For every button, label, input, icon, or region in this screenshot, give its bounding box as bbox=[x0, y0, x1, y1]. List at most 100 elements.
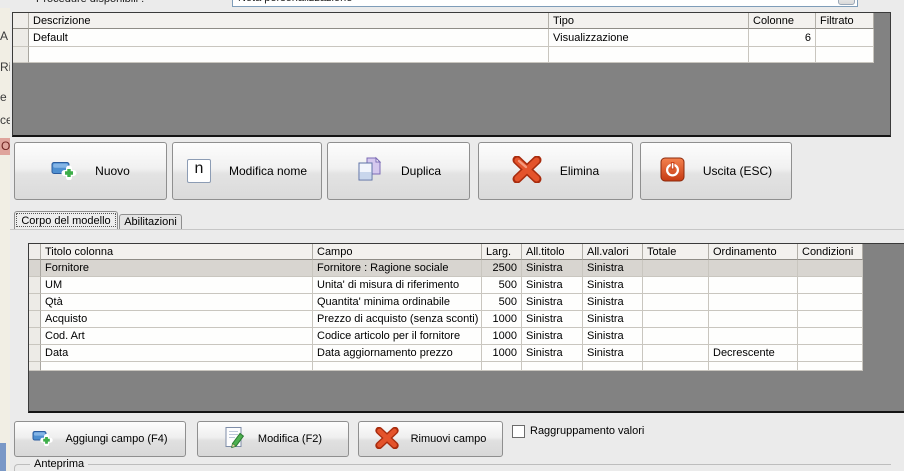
row-selector-cell[interactable] bbox=[29, 328, 41, 345]
table-cell[interactable]: 6 bbox=[749, 29, 816, 47]
uscita-button[interactable]: Uscita (ESC) bbox=[640, 142, 792, 200]
table-cell[interactable] bbox=[709, 311, 798, 328]
table-cell[interactable]: 1000 bbox=[482, 345, 522, 362]
table-cell[interactable]: Prezzo di acquisto (senza sconti) bbox=[313, 311, 482, 328]
column-header-descrizione[interactable]: Descrizione bbox=[29, 13, 549, 29]
row-selector-header[interactable] bbox=[13, 13, 29, 29]
table-cell[interactable] bbox=[643, 362, 709, 371]
table-cell[interactable]: 2500 bbox=[482, 260, 522, 277]
table-cell[interactable] bbox=[643, 294, 709, 311]
table-cell[interactable] bbox=[798, 260, 863, 277]
table-cell[interactable]: Sinistra bbox=[522, 294, 583, 311]
table-cell[interactable] bbox=[798, 345, 863, 362]
column-header-all-titolo[interactable]: All.titolo bbox=[522, 244, 583, 260]
table-cell[interactable] bbox=[816, 47, 874, 63]
table-cell[interactable]: Unita' di misura di riferimento bbox=[313, 277, 482, 294]
table-cell[interactable]: Sinistra bbox=[522, 328, 583, 345]
empty-table-row[interactable] bbox=[13, 47, 890, 63]
table-cell[interactable] bbox=[643, 311, 709, 328]
column-header-larg[interactable]: Larg. bbox=[482, 244, 522, 260]
table-cell[interactable]: Qtà bbox=[41, 294, 313, 311]
table-cell[interactable] bbox=[643, 328, 709, 345]
table-cell[interactable] bbox=[643, 277, 709, 294]
table-cell[interactable] bbox=[816, 29, 874, 47]
table-cell[interactable] bbox=[522, 362, 583, 371]
tab-abilitazioni[interactable]: Abilitazioni bbox=[119, 214, 182, 229]
table-cell[interactable] bbox=[29, 47, 549, 63]
table-cell[interactable] bbox=[709, 328, 798, 345]
table-cell[interactable]: Sinistra bbox=[522, 260, 583, 277]
table-cell[interactable]: 1000 bbox=[482, 328, 522, 345]
table-row[interactable]: Data Data aggiornamento prezzo 1000 Sinistr… bbox=[29, 345, 904, 362]
table-cell[interactable]: Sinistra bbox=[522, 345, 583, 362]
table-cell[interactable]: Fornitore bbox=[41, 260, 313, 277]
table-cell[interactable]: Sinistra bbox=[583, 294, 643, 311]
table-cell[interactable] bbox=[313, 362, 482, 371]
row-selector-cell[interactable] bbox=[29, 345, 41, 362]
table-cell[interactable]: Sinistra bbox=[522, 311, 583, 328]
row-selector-cell[interactable] bbox=[13, 47, 29, 63]
table-cell[interactable]: Data aggiornamento prezzo bbox=[313, 345, 482, 362]
row-selector-cell[interactable] bbox=[29, 362, 41, 371]
table-cell[interactable]: Visualizzazione bbox=[549, 29, 749, 47]
table-cell[interactable] bbox=[798, 311, 863, 328]
procedures-combobox[interactable]: Nota personalizzazione bbox=[232, 0, 858, 7]
table-cell[interactable]: Cod. Art bbox=[41, 328, 313, 345]
column-header-condizioni[interactable]: Condizioni bbox=[798, 244, 863, 260]
table-cell[interactable]: Codice articolo per il fornitore bbox=[313, 328, 482, 345]
table-cell[interactable] bbox=[709, 362, 798, 371]
column-header-campo[interactable]: Campo bbox=[313, 244, 482, 260]
table-cell[interactable] bbox=[643, 345, 709, 362]
duplica-button[interactable]: Duplica bbox=[327, 142, 470, 200]
empty-table-row[interactable] bbox=[29, 362, 904, 371]
rimuovi-campo-button[interactable]: Rimuovi campo bbox=[358, 421, 503, 457]
column-header-titolo-colonna[interactable]: Titolo colonna bbox=[41, 244, 313, 260]
row-selector-cell[interactable] bbox=[29, 311, 41, 328]
column-header-tipo[interactable]: Tipo bbox=[549, 13, 749, 29]
modifica-nome-button[interactable]: n Modifica nome bbox=[172, 142, 322, 200]
table-cell[interactable]: Sinistra bbox=[583, 345, 643, 362]
table-cell[interactable] bbox=[709, 260, 798, 277]
row-selector-cell[interactable] bbox=[29, 294, 41, 311]
table-cell[interactable] bbox=[41, 362, 313, 371]
table-cell[interactable] bbox=[749, 47, 816, 63]
table-row[interactable]: Default Visualizzazione 6 bbox=[13, 29, 890, 47]
table-cell[interactable]: 1000 bbox=[482, 311, 522, 328]
table-cell[interactable]: Default bbox=[29, 29, 549, 47]
table-row[interactable]: Acquisto Prezzo di acquisto (senza sconti… bbox=[29, 311, 904, 328]
column-header-totale[interactable]: Totale bbox=[643, 244, 709, 260]
combobox-dropdown-button[interactable] bbox=[838, 0, 855, 5]
modifica-button[interactable]: Modifica (F2) bbox=[197, 421, 349, 457]
table-cell[interactable]: Sinistra bbox=[583, 260, 643, 277]
nuovo-button[interactable]: Nuovo bbox=[14, 142, 167, 200]
elimina-button[interactable]: Elimina bbox=[478, 142, 633, 200]
table-cell[interactable]: 500 bbox=[482, 277, 522, 294]
table-cell[interactable]: Quantita' minima ordinabile bbox=[313, 294, 482, 311]
table-cell[interactable]: Acquisto bbox=[41, 311, 313, 328]
table-row[interactable]: UM Unita' di misura di riferimento 500 Sini… bbox=[29, 277, 904, 294]
table-cell[interactable]: Sinistra bbox=[522, 277, 583, 294]
table-cell[interactable]: 500 bbox=[482, 294, 522, 311]
column-header-filtrato[interactable]: Filtrato bbox=[816, 13, 874, 29]
column-header-ordinamento[interactable]: Ordinamento bbox=[709, 244, 798, 260]
column-header-all-valori[interactable]: All.valori bbox=[583, 244, 643, 260]
table-cell[interactable] bbox=[643, 260, 709, 277]
table-cell[interactable] bbox=[482, 362, 522, 371]
table-cell[interactable] bbox=[549, 47, 749, 63]
table-cell[interactable]: Sinistra bbox=[583, 277, 643, 294]
table-cell[interactable] bbox=[709, 277, 798, 294]
column-header-colonne[interactable]: Colonne bbox=[749, 13, 816, 29]
table-cell[interactable] bbox=[798, 294, 863, 311]
table-cell[interactable] bbox=[583, 362, 643, 371]
table-row[interactable]: Fornitore Fornitore : Ragione sociale 2500… bbox=[29, 260, 904, 277]
table-cell[interactable]: Data bbox=[41, 345, 313, 362]
row-selector-header[interactable] bbox=[29, 244, 41, 260]
row-selector-cell[interactable] bbox=[13, 29, 29, 47]
table-cell[interactable]: Fornitore : Ragione sociale bbox=[313, 260, 482, 277]
table-cell[interactable] bbox=[798, 328, 863, 345]
table-cell[interactable] bbox=[798, 277, 863, 294]
aggiungi-campo-button[interactable]: Aggiungi campo (F4) bbox=[14, 421, 186, 457]
table-cell[interactable]: Decrescente bbox=[709, 345, 798, 362]
table-row[interactable]: Cod. Art Codice articolo per il fornitore… bbox=[29, 328, 904, 345]
table-cell[interactable] bbox=[798, 362, 863, 371]
